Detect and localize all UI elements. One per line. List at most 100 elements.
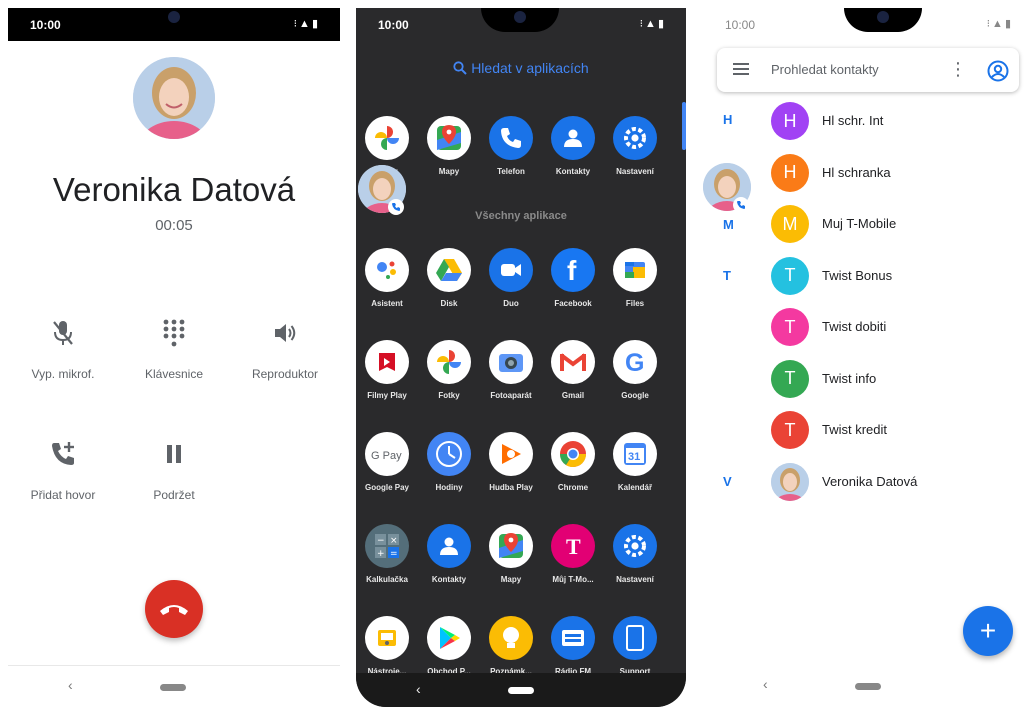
- app-radio-fm[interactable]: Rádio FM: [542, 616, 604, 676]
- contact-row[interactable]: T Twist dobiti: [703, 302, 1027, 354]
- speaker-button[interactable]: Reproduktor: [230, 313, 340, 381]
- fotky-icon: [365, 116, 409, 160]
- app-nastroje[interactable]: Nástroje...: [356, 616, 418, 676]
- home-button[interactable]: [855, 683, 881, 690]
- app-muj-t-mo[interactable]: T Můj T-Mo...: [542, 524, 604, 584]
- app-telefon[interactable]: Telefon: [480, 116, 542, 176]
- contact-row[interactable]: T Twist info: [703, 354, 1027, 406]
- caller-avatar: [133, 57, 215, 139]
- app-files[interactable]: Files: [604, 248, 666, 308]
- app-label: Asistent: [371, 299, 403, 308]
- app-label: Facebook: [554, 299, 592, 308]
- muj-t-mo-icon: T: [551, 524, 595, 568]
- app-kalkulacka[interactable]: − × + = Kalkulačka: [356, 524, 418, 584]
- contact-avatar: H: [771, 153, 809, 192]
- app-label: Fotoaparát: [490, 391, 532, 400]
- dialpad-button[interactable]: Klávesnice: [119, 313, 229, 381]
- home-button[interactable]: [508, 687, 534, 694]
- nastaveni-icon: [613, 524, 657, 568]
- app-fotky[interactable]: Fotky: [418, 340, 480, 400]
- app-label: Hodiny: [435, 483, 463, 492]
- camera-notch: [481, 8, 559, 32]
- fotky-icon: [427, 340, 471, 384]
- home-button[interactable]: [160, 684, 186, 691]
- svg-text:T: T: [566, 534, 581, 559]
- app-support[interactable]: Support: [604, 616, 666, 676]
- app-facebook[interactable]: f Facebook: [542, 248, 604, 308]
- filmy-play-icon: [365, 340, 409, 384]
- obchod-p-icon: [427, 616, 471, 660]
- app-search[interactable]: Hledat v aplikacích: [356, 60, 686, 76]
- app-kontakty[interactable]: Kontakty: [542, 116, 604, 176]
- app-label: Duo: [503, 299, 519, 308]
- facebook-icon: f: [551, 248, 595, 292]
- svg-text:=: =: [390, 549, 398, 559]
- app-nastaveni[interactable]: Nastavení: [604, 524, 666, 584]
- app-chrome[interactable]: Chrome: [542, 432, 604, 492]
- app-obchod-p[interactable]: Obchod P...: [418, 616, 480, 676]
- app-mapy[interactable]: Mapy: [418, 116, 480, 176]
- app-label: Disk: [440, 299, 458, 308]
- hang-up-icon: [160, 605, 188, 615]
- dialpad-label: Klávesnice: [144, 367, 204, 381]
- more-options-icon[interactable]: ⋮: [949, 59, 967, 80]
- app-fotoaparat[interactable]: Fotoaparát: [480, 340, 542, 400]
- account-icon[interactable]: [987, 60, 1009, 87]
- contact-name: Twist dobiti: [822, 319, 887, 334]
- app-poznamk[interactable]: Poznámk...: [480, 616, 542, 676]
- back-button[interactable]: ‹: [763, 676, 768, 692]
- contact-row[interactable]: M Muj T-Mobile: [703, 199, 1027, 251]
- app-hudba-play[interactable]: Hudba Play: [480, 432, 542, 492]
- contact-row[interactable]: T Twist Bonus: [703, 251, 1027, 303]
- add-call-button[interactable]: Přidat hovor: [8, 434, 118, 502]
- app-label: Kontakty: [555, 167, 591, 176]
- app-asistent[interactable]: Asistent: [356, 248, 418, 308]
- mute-button[interactable]: Vyp. mikrof.: [8, 313, 118, 381]
- app-label: Kalkulačka: [366, 575, 408, 584]
- contacts-search-bar[interactable]: Prohledat kontakty ⋮: [717, 48, 1019, 92]
- add-contact-button[interactable]: +: [963, 606, 1013, 656]
- back-button[interactable]: ‹: [68, 677, 73, 693]
- back-button[interactable]: ‹: [416, 681, 421, 697]
- contact-row[interactable]: H Hl schranka: [703, 148, 1027, 200]
- end-call-button[interactable]: [145, 580, 203, 638]
- contact-row[interactable]: Veronika Datová: [703, 457, 1027, 509]
- menu-icon[interactable]: [733, 62, 749, 81]
- app-gmail[interactable]: Gmail: [542, 340, 604, 400]
- app-kalendar[interactable]: 31 Kalendář: [604, 432, 666, 492]
- hudba-play-icon: [489, 432, 533, 476]
- google-pay-icon: G Pay: [365, 432, 409, 476]
- svg-text:G: G: [625, 349, 644, 376]
- contact-avatar: T: [771, 411, 809, 449]
- app-label: Hudba Play: [489, 483, 533, 492]
- contact-name: Twist Bonus: [822, 267, 893, 283]
- app-filmy-play[interactable]: Filmy Play: [356, 340, 418, 400]
- app-search-label: Hledat v aplikacích: [471, 60, 589, 76]
- app-disk[interactable]: Disk: [418, 248, 480, 308]
- telefon-icon: [489, 116, 533, 160]
- app-google-pay[interactable]: G Pay Google Pay: [356, 432, 418, 492]
- svg-text:+: +: [377, 549, 385, 559]
- files-icon: [613, 248, 657, 292]
- app-google[interactable]: G Google: [604, 340, 666, 400]
- contact-name: Hl schranka: [822, 164, 891, 180]
- navigation-bar: ‹: [8, 665, 340, 707]
- app-hodiny[interactable]: Hodiny: [418, 432, 480, 492]
- disk-icon: [427, 248, 471, 292]
- app-kontakty[interactable]: Kontakty: [418, 524, 480, 584]
- contact-row[interactable]: H Hl schr. Int: [703, 96, 1027, 148]
- app-nastaveni[interactable]: Nastavení: [604, 116, 666, 176]
- pause-icon: [119, 434, 229, 474]
- app-label: Nastavení: [616, 167, 654, 176]
- app-mapy[interactable]: Mapy: [480, 524, 542, 584]
- contact-row[interactable]: T Twist kredit: [703, 405, 1027, 457]
- app-duo[interactable]: Duo: [480, 248, 542, 308]
- google-icon: G: [613, 340, 657, 384]
- status-time: 10:00: [30, 18, 61, 32]
- app-label: Telefon: [497, 167, 525, 176]
- svg-text:G Pay: G Pay: [371, 450, 402, 462]
- scroll-indicator[interactable]: [682, 102, 686, 150]
- contact-avatar: T: [771, 359, 809, 398]
- hold-button[interactable]: Podržet: [119, 434, 229, 502]
- call-screen: 10:00 ⁝▲▮ Veronika Datová 00:05 Vyp. mik…: [8, 8, 340, 707]
